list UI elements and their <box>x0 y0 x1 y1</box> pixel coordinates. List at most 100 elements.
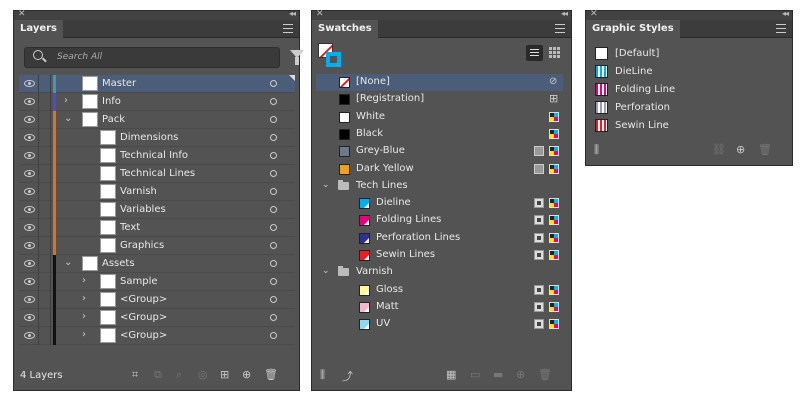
graphic-style-libraries-icon[interactable]: ⫼ <box>594 143 599 157</box>
chevron-right-icon[interactable]: › <box>82 275 86 286</box>
panel-title-bar[interactable]: ✕ ◂◂ <box>312 9 571 20</box>
folder-icon[interactable]: ▬ <box>493 368 503 381</box>
eye-icon[interactable] <box>24 224 35 231</box>
new-swatch-icon[interactable]: ⊕ <box>516 368 525 381</box>
swatch-row[interactable]: Dieline <box>316 195 563 212</box>
eye-icon[interactable] <box>24 296 35 303</box>
layer-row[interactable]: ⌄ Pack <box>19 111 295 129</box>
target-circle-icon[interactable] <box>270 80 277 87</box>
layer-row[interactable]: Technical Info <box>19 147 295 165</box>
swatch-row[interactable]: Gloss <box>316 282 563 299</box>
swatch-libraries-icon[interactable]: ⫼ <box>320 368 325 382</box>
target-circle-icon[interactable] <box>270 188 277 195</box>
color-group-row[interactable]: ⌄ Tech Lines <box>316 178 563 195</box>
swatch-row[interactable]: [None] ⊘ <box>316 74 563 91</box>
target-circle-icon[interactable] <box>270 170 277 177</box>
swatch-row[interactable]: Folding Lines <box>316 212 563 229</box>
layer-row[interactable]: › Sample <box>19 273 295 291</box>
eye-icon[interactable] <box>24 206 35 213</box>
locate-object-icon[interactable]: ⌕ <box>176 368 182 382</box>
eye-icon[interactable] <box>24 98 35 105</box>
target-circle-icon[interactable] <box>270 98 277 105</box>
collapse-icon[interactable]: ◂◂ <box>289 9 296 18</box>
list-view-button[interactable] <box>526 45 543 61</box>
target-circle-icon[interactable] <box>270 278 277 285</box>
chevron-down-icon[interactable]: ⌄ <box>322 180 330 190</box>
close-icon[interactable]: ✕ <box>18 9 26 19</box>
new-graphic-style-icon[interactable]: ⊕ <box>736 143 745 156</box>
show-swatch-kinds-icon[interactable]: ⤴ <box>342 368 353 384</box>
tab-swatches[interactable]: Swatches <box>312 20 378 38</box>
collapse-icon[interactable]: ◂◂ <box>561 9 568 18</box>
target-circle-icon[interactable] <box>270 296 277 303</box>
trash-icon[interactable]: 🗑 <box>264 368 278 381</box>
graphic-style-row[interactable]: Sewin Line <box>590 117 790 135</box>
swatch-row[interactable]: White <box>316 109 563 126</box>
panel-menu-icon[interactable] <box>555 24 565 33</box>
layer-row[interactable]: Text <box>19 219 295 237</box>
eye-icon[interactable] <box>24 314 35 321</box>
close-icon[interactable]: ✕ <box>590 9 598 19</box>
eye-icon[interactable] <box>24 242 35 249</box>
panel-menu-icon[interactable] <box>776 24 786 33</box>
layer-row[interactable]: Variables <box>19 201 295 219</box>
swatch-row[interactable]: [Registration] ⊞ <box>316 91 563 108</box>
eye-icon[interactable] <box>24 278 35 285</box>
graphic-style-row[interactable]: [Default] <box>590 45 790 63</box>
make-clipping-mask-icon[interactable]: ⧉ <box>154 368 162 382</box>
eye-icon[interactable] <box>24 188 35 195</box>
tab-graphic-styles[interactable]: Graphic Styles <box>586 20 680 38</box>
layer-row[interactable]: Technical Lines <box>19 165 295 183</box>
close-icon[interactable]: ✕ <box>316 9 324 19</box>
chevron-right-icon[interactable]: › <box>82 329 86 340</box>
target-circle-icon[interactable] <box>270 206 277 213</box>
layer-row[interactable]: › <Group> <box>19 309 295 327</box>
color-group-row[interactable]: ⌄ Varnish <box>316 264 563 281</box>
new-color-group-icon[interactable]: ▭ <box>470 368 480 381</box>
target-circle-icon[interactable] <box>270 116 277 123</box>
layer-row[interactable]: Dimensions <box>19 129 295 147</box>
search-input[interactable]: Search All <box>24 47 280 68</box>
chevron-down-icon[interactable]: ⌄ <box>64 113 72 124</box>
panel-title-bar[interactable]: ✕ ◂◂ <box>14 9 299 20</box>
layer-row[interactable]: › <Group> <box>19 327 295 345</box>
chevron-down-icon[interactable]: ⌄ <box>64 257 72 268</box>
layer-row[interactable]: Graphics <box>19 237 295 255</box>
swatch-row[interactable]: Black <box>316 126 563 143</box>
eye-icon[interactable] <box>24 332 35 339</box>
chevron-right-icon[interactable]: › <box>82 311 86 322</box>
layer-row[interactable]: Master <box>19 75 295 93</box>
target-circle-icon[interactable] <box>270 224 277 231</box>
break-link-icon[interactable]: ⛓ <box>712 143 726 156</box>
graphic-style-row[interactable]: Folding Line <box>590 81 790 99</box>
eye-icon[interactable] <box>24 80 35 87</box>
new-layer-icon[interactable]: ⊕ <box>242 368 251 381</box>
collect-export-icon[interactable]: ⌗ <box>132 368 138 382</box>
target-circle-icon[interactable] <box>270 152 277 159</box>
layer-row[interactable]: Varnish <box>19 183 295 201</box>
eye-icon[interactable] <box>24 134 35 141</box>
eye-icon[interactable] <box>24 116 35 123</box>
trash-icon[interactable]: 🗑 <box>758 143 772 156</box>
trash-icon[interactable]: 🗑 <box>538 368 552 381</box>
grid-view-button[interactable] <box>549 47 561 59</box>
swatch-row[interactable]: Perforation Lines <box>316 230 563 247</box>
target-circle-icon[interactable] <box>270 332 277 339</box>
panel-title-bar[interactable]: ✕ ◂◂ <box>586 9 792 20</box>
chevron-down-icon[interactable]: ⌄ <box>322 266 330 276</box>
layer-row[interactable]: ⌄ Assets <box>19 255 295 273</box>
tab-layers[interactable]: Layers <box>14 20 63 38</box>
swatch-row[interactable]: Sewin Lines <box>316 247 563 264</box>
graphic-style-row[interactable]: DieLine <box>590 63 790 81</box>
eye-icon[interactable] <box>24 260 35 267</box>
target-circle-icon[interactable] <box>270 314 277 321</box>
eye-icon[interactable] <box>24 152 35 159</box>
chevron-right-icon[interactable]: › <box>82 293 86 304</box>
swatch-row[interactable]: UV <box>316 316 563 333</box>
layer-row[interactable]: › <Group> <box>19 291 295 309</box>
new-sublayer-icon[interactable]: ⊞ <box>220 368 229 381</box>
panel-menu-icon[interactable] <box>283 24 293 33</box>
filter-icon[interactable] <box>290 50 304 65</box>
collapse-icon[interactable]: ◂◂ <box>782 9 789 18</box>
target-circle-icon[interactable] <box>270 260 277 267</box>
